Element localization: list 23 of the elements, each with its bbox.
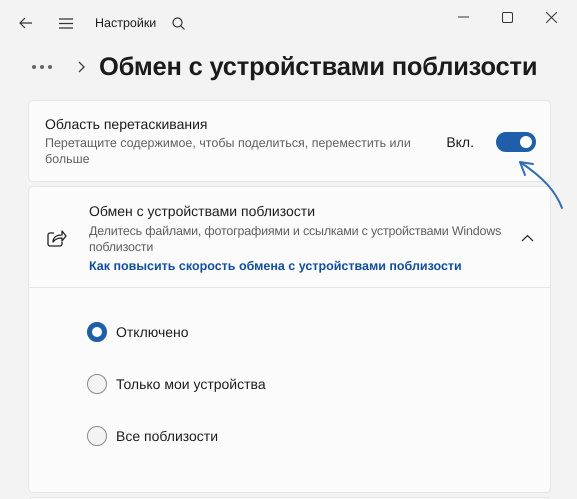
radio-button[interactable] — [87, 426, 107, 446]
close-icon[interactable] — [546, 12, 556, 22]
setting-title: Область перетаскивания — [45, 116, 208, 132]
radio-button[interactable] — [87, 374, 107, 394]
toggle-switch[interactable] — [496, 132, 536, 152]
more-icon[interactable] — [32, 65, 52, 69]
collapse-chevron-icon[interactable] — [521, 234, 534, 242]
chevron-right-icon — [78, 61, 85, 73]
maximize-icon[interactable] — [502, 12, 512, 22]
radio-option[interactable]: Только мои устройства — [87, 374, 266, 394]
minimize-icon[interactable] — [458, 16, 468, 18]
setting-title: Обмен с устройствами поблизости — [89, 203, 316, 219]
window-title: Настройки — [95, 16, 156, 30]
page-title: Обмен с устройствами поблизости — [99, 52, 538, 82]
toggle-state-label: Вкл. — [446, 134, 474, 150]
search-button[interactable] — [170, 15, 186, 31]
setting-description: Делитесь файлами, фотографиями и ссылками с устройствами Windows поблизости — [89, 223, 502, 255]
radio-button[interactable] — [87, 322, 107, 342]
help-link[interactable]: Как повысить скорость обмена с устройствами поблизости — [89, 259, 462, 273]
setting-description: Перетащите содержимое, чтобы поделиться, переместить или больше — [45, 135, 412, 167]
share-icon — [47, 229, 67, 247]
radio-option[interactable]: Все поблизости — [87, 426, 218, 446]
radio-option[interactable]: Отключено — [87, 322, 189, 342]
